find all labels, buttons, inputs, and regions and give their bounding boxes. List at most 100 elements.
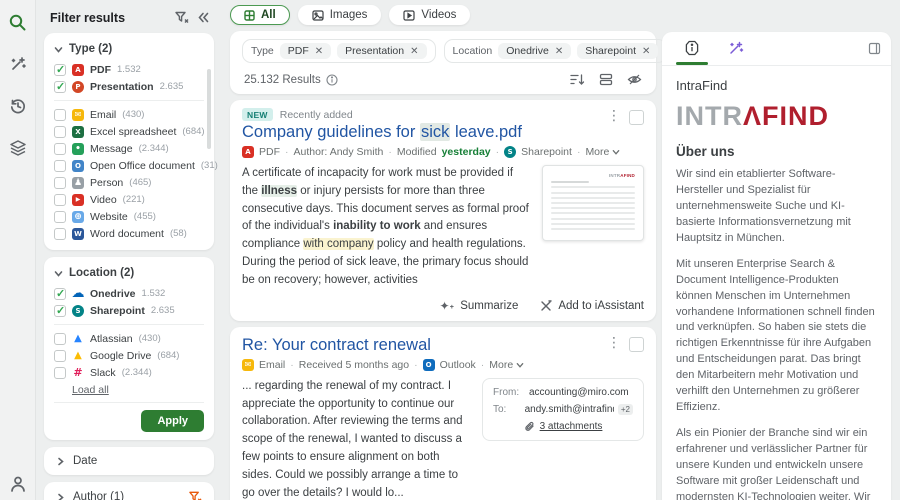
chevron-right-icon — [56, 493, 65, 500]
sort-icon[interactable] — [570, 73, 585, 86]
checkbox[interactable] — [54, 108, 66, 121]
history-icon — [9, 97, 27, 115]
filter-section-location-title: Location (2) — [69, 267, 135, 279]
filter-option-excel[interactable]: Excel spreadsheet(684) — [54, 123, 205, 140]
checkbox[interactable] — [54, 142, 66, 155]
checkbox[interactable] — [54, 227, 66, 240]
filter-option-video[interactable]: Video(221) — [54, 191, 204, 208]
checkbox[interactable] — [54, 210, 66, 223]
result-select-checkbox[interactable] — [629, 110, 644, 125]
more-dropdown[interactable]: More — [585, 146, 620, 158]
filter-option-pdf[interactable]: PDF1.532 — [54, 61, 204, 78]
close-icon[interactable]: ✕ — [642, 46, 650, 57]
more-recipients-badge[interactable]: +2 — [617, 403, 633, 415]
filter-section-location: Location (2) Onedrive1.532 Sharepoint2.6… — [44, 257, 214, 440]
history-nav-button[interactable] — [4, 92, 32, 120]
close-icon[interactable]: ✕ — [555, 46, 563, 57]
openoffice-icon — [72, 159, 84, 172]
filter-option-website[interactable]: Website(455) — [54, 208, 204, 225]
checkbox[interactable] — [54, 366, 66, 379]
chip-group-type: Type PDF ✕ Presentation ✕ — [242, 39, 436, 63]
checkbox-checked[interactable] — [54, 80, 66, 93]
collapse-panel-icon[interactable] — [868, 42, 881, 55]
user-profile-button[interactable] — [4, 470, 32, 498]
apply-button[interactable]: Apply — [141, 410, 204, 432]
collapse-filters-icon[interactable] — [197, 11, 210, 24]
density-icon[interactable] — [599, 73, 613, 86]
filter-option-email[interactable]: Email(430) — [54, 106, 204, 123]
collections-nav-button[interactable] — [4, 134, 32, 162]
result-snippet: A certificate of incapacity for work mus… — [242, 167, 529, 286]
search-nav-button[interactable] — [4, 8, 32, 36]
filter-option-onedrive[interactable]: Onedrive1.532 — [54, 285, 204, 302]
add-to-iassistant-button[interactable]: Add to iAssistant — [540, 299, 644, 313]
email-to-value: andy.smith@intrafind... — [524, 403, 614, 415]
result-title-link[interactable]: Company guidelines for sick leave.pdf — [242, 123, 599, 142]
filter-option-atlassian[interactable]: Atlassian(430) — [54, 330, 204, 347]
paperclip-icon — [524, 421, 535, 432]
tab-info[interactable] — [672, 33, 712, 65]
chevron-down-icon — [54, 45, 63, 54]
checkbox[interactable] — [54, 332, 66, 345]
scrollbar[interactable] — [207, 69, 211, 149]
close-icon[interactable]: ✕ — [315, 46, 323, 57]
filter-section-type-header[interactable]: Type (2) — [54, 41, 204, 61]
checkbox-checked[interactable] — [54, 63, 66, 76]
preview-toggle-icon[interactable] — [627, 73, 642, 86]
kebab-menu-icon[interactable]: ⋮ — [599, 335, 629, 351]
summarize-button[interactable]: ✦˖ Summarize — [439, 299, 518, 313]
info-icon[interactable] — [326, 73, 338, 86]
chip-sharepoint[interactable]: Sharepoint ✕ — [577, 43, 659, 59]
checkbox-checked[interactable] — [54, 304, 66, 317]
excel-icon — [72, 125, 84, 138]
message-icon — [72, 142, 84, 155]
checkbox[interactable] — [54, 349, 66, 362]
result-title-link[interactable]: Re: Your contract renewal — [242, 336, 599, 355]
tab-all[interactable]: All — [230, 5, 290, 25]
checkbox-checked[interactable] — [54, 287, 66, 300]
filter-option-presentation[interactable]: Presentation2.635 — [54, 78, 204, 95]
filter-section-location-header[interactable]: Location (2) — [54, 265, 204, 285]
checkbox[interactable] — [54, 193, 66, 206]
ai-wand-tab-icon — [728, 40, 744, 56]
clear-author-filter-icon[interactable] — [188, 490, 202, 500]
chip-onedrive[interactable]: Onedrive ✕ — [498, 43, 572, 59]
sparkle-icon: ✦˖ — [439, 298, 455, 313]
assistant-nav-button[interactable] — [4, 50, 32, 78]
load-all-link[interactable]: Load all — [54, 381, 204, 402]
checkbox[interactable] — [54, 176, 66, 189]
filter-option-person[interactable]: Person(465) — [54, 174, 204, 191]
filter-option-sharepoint[interactable]: Sharepoint2.635 — [54, 302, 204, 319]
filter-section-type: Type (2) PDF1.532 Presentation2.635 Emai… — [44, 33, 218, 250]
filter-option-slack[interactable]: Slack(2.344) — [54, 364, 204, 381]
tab-videos[interactable]: Videos — [389, 5, 471, 25]
intrafind-logo: INTRΛFIND — [676, 101, 829, 131]
close-icon[interactable]: ✕ — [410, 46, 418, 57]
kebab-menu-icon[interactable]: ⋮ — [599, 108, 629, 124]
checkbox[interactable] — [54, 159, 66, 172]
clear-filters-icon[interactable] — [174, 10, 189, 25]
attachments-link[interactable]: 3 attachments — [540, 421, 603, 432]
document-preview-thumbnail[interactable]: INTRAFIND — [542, 165, 644, 241]
result-select-checkbox[interactable] — [629, 336, 644, 352]
more-dropdown[interactable]: More — [489, 359, 524, 371]
video-tab-icon — [403, 9, 416, 21]
chevron-down-icon — [54, 269, 63, 278]
sharepoint-icon — [504, 146, 517, 158]
tab-images[interactable]: Images — [297, 5, 382, 25]
tab-ai-assistant[interactable] — [716, 33, 756, 64]
filter-option-googledrive[interactable]: Google Drive(684) — [54, 347, 204, 364]
filter-panel-title: Filter results — [50, 10, 126, 25]
filter-section-type-title: Type (2) — [69, 43, 113, 55]
filter-option-openoffice[interactable]: Open Office document(31) — [54, 157, 218, 174]
filter-section-author[interactable]: Author (1) — [44, 482, 214, 500]
atlassian-icon — [72, 333, 84, 345]
presentation-icon — [72, 80, 84, 93]
chip-pdf[interactable]: PDF ✕ — [279, 43, 332, 59]
checkbox[interactable] — [54, 125, 66, 138]
filter-option-word[interactable]: Word document(58) — [54, 225, 204, 242]
filter-section-date[interactable]: Date — [44, 447, 214, 475]
filter-option-message[interactable]: Message(2.344) — [54, 140, 204, 157]
chip-presentation[interactable]: Presentation ✕ — [337, 43, 427, 59]
filter-panel: Filter results Type (2) PDF1.532 Present… — [36, 0, 222, 500]
